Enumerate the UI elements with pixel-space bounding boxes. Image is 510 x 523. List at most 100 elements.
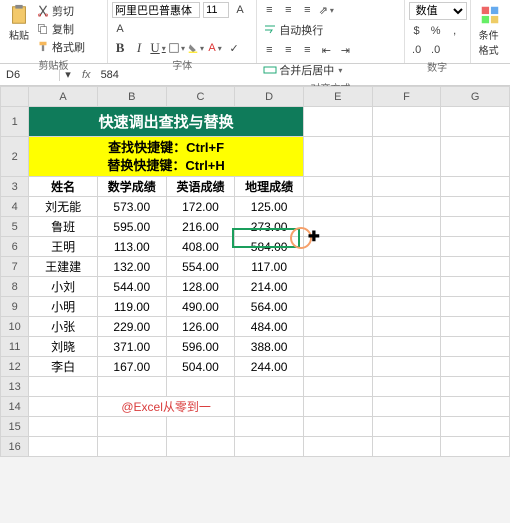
row-header-2[interactable]: 2 [1, 137, 29, 177]
data-cell[interactable]: 刘无能 [29, 197, 98, 217]
align-middle-icon[interactable]: ≡ [280, 2, 296, 18]
row-header-14[interactable]: 14 [1, 397, 29, 417]
conditional-format-button[interactable]: 条件格式 [475, 2, 506, 59]
data-cell[interactable]: 216.00 [166, 217, 235, 237]
decrease-font-icon[interactable]: A [112, 21, 128, 37]
data-cell[interactable]: 小张 [29, 317, 98, 337]
increase-font-icon[interactable]: A [232, 2, 248, 18]
header-cell[interactable]: 英语成绩 [166, 177, 235, 197]
row-header-3[interactable]: 3 [1, 177, 29, 197]
empty-cell[interactable] [97, 417, 166, 437]
row-header-9[interactable]: 9 [1, 297, 29, 317]
col-header-B[interactable]: B [97, 87, 166, 107]
data-cell[interactable]: 鲁班 [29, 217, 98, 237]
data-cell[interactable]: 564.00 [235, 297, 304, 317]
formula-input[interactable]: 584 [97, 69, 123, 81]
empty-cell[interactable] [303, 417, 372, 437]
col-header-C[interactable]: C [166, 87, 235, 107]
row-header-15[interactable]: 15 [1, 417, 29, 437]
data-cell[interactable]: 484.00 [235, 317, 304, 337]
row-header-12[interactable]: 12 [1, 357, 29, 377]
align-top-icon[interactable]: ≡ [261, 2, 277, 18]
data-cell[interactable]: 119.00 [97, 297, 166, 317]
data-cell[interactable]: 371.00 [97, 337, 166, 357]
data-cell[interactable]: 504.00 [166, 357, 235, 377]
data-cell[interactable]: 132.00 [97, 257, 166, 277]
data-cell[interactable]: 李白 [29, 357, 98, 377]
data-cell[interactable]: 388.00 [235, 337, 304, 357]
comma-icon[interactable]: , [447, 23, 463, 39]
data-cell[interactable]: 167.00 [97, 357, 166, 377]
data-cell[interactable]: 小明 [29, 297, 98, 317]
header-cell[interactable]: 地理成绩 [235, 177, 304, 197]
data-cell[interactable]: 554.00 [166, 257, 235, 277]
select-all[interactable] [1, 87, 29, 107]
font-color-button[interactable]: A [207, 40, 223, 56]
underline-button[interactable]: U [150, 40, 166, 56]
orientation-icon[interactable]: ⇗ [318, 2, 334, 18]
empty-cell[interactable] [166, 437, 235, 457]
border-button[interactable] [169, 40, 185, 56]
col-header-A[interactable]: A [29, 87, 98, 107]
fill-color-button[interactable] [188, 40, 204, 56]
align-bottom-icon[interactable]: ≡ [299, 2, 315, 18]
data-cell[interactable]: 490.00 [166, 297, 235, 317]
empty-cell[interactable] [29, 437, 98, 457]
align-right-icon[interactable]: ≡ [299, 42, 315, 58]
copy-button[interactable]: 复制 [34, 20, 87, 38]
empty-cell[interactable] [235, 437, 304, 457]
header-cell[interactable]: 数学成绩 [97, 177, 166, 197]
row-header-1[interactable]: 1 [1, 107, 29, 137]
watermark-cell[interactable]: @Excel从零到一 [97, 397, 234, 417]
row-header-4[interactable]: 4 [1, 197, 29, 217]
header-cell[interactable]: 姓名 [29, 177, 98, 197]
italic-button[interactable]: I [131, 40, 147, 56]
align-left-icon[interactable]: ≡ [261, 42, 277, 58]
spreadsheet-grid[interactable]: ABCDEFG1快速调出查找与替换2查找快捷键：Ctrl+F替换快捷键：Ctrl… [0, 86, 510, 457]
data-cell[interactable]: 王建建 [29, 257, 98, 277]
align-center-icon[interactable]: ≡ [280, 42, 296, 58]
data-cell[interactable]: 544.00 [97, 277, 166, 297]
merge-button[interactable]: 合并后居中 [261, 61, 344, 79]
name-box[interactable]: D6 [0, 69, 60, 81]
data-cell[interactable]: 595.00 [97, 217, 166, 237]
row-header-6[interactable]: 6 [1, 237, 29, 257]
indent-dec-icon[interactable]: ⇤ [318, 42, 334, 58]
data-cell[interactable]: 128.00 [166, 277, 235, 297]
fx-icon[interactable]: fx [76, 69, 97, 81]
empty-cell[interactable] [235, 417, 304, 437]
data-cell[interactable]: 273.00 [235, 217, 304, 237]
empty-cell[interactable] [303, 437, 372, 457]
empty-cell[interactable] [441, 437, 510, 457]
data-cell[interactable]: 172.00 [166, 197, 235, 217]
indent-inc-icon[interactable]: ⇥ [337, 42, 353, 58]
number-format-select[interactable]: 数值 [409, 2, 467, 20]
data-cell[interactable]: 126.00 [166, 317, 235, 337]
row-header-5[interactable]: 5 [1, 217, 29, 237]
empty-cell[interactable] [29, 417, 98, 437]
name-dropdown-icon[interactable]: ▾ [60, 67, 76, 83]
data-cell[interactable]: 584.00 [235, 237, 304, 257]
col-header-D[interactable]: D [235, 87, 304, 107]
dec-decimal-icon[interactable]: .0 [428, 42, 444, 58]
row-header-10[interactable]: 10 [1, 317, 29, 337]
data-cell[interactable]: 229.00 [97, 317, 166, 337]
col-header-G[interactable]: G [441, 87, 510, 107]
empty-cell[interactable] [372, 437, 441, 457]
data-cell[interactable]: 244.00 [235, 357, 304, 377]
col-header-F[interactable]: F [372, 87, 441, 107]
data-cell[interactable]: 113.00 [97, 237, 166, 257]
font-name-select[interactable] [112, 2, 200, 18]
font-size-select[interactable] [203, 2, 229, 18]
empty-cell[interactable] [97, 437, 166, 457]
data-cell[interactable]: 117.00 [235, 257, 304, 277]
row-header-7[interactable]: 7 [1, 257, 29, 277]
inc-decimal-icon[interactable]: .0 [409, 42, 425, 58]
empty-cell[interactable] [441, 417, 510, 437]
percent-icon[interactable]: % [428, 23, 444, 39]
bold-button[interactable]: B [112, 40, 128, 56]
format-painter-button[interactable]: 格式刷 [34, 38, 87, 56]
data-cell[interactable]: 125.00 [235, 197, 304, 217]
shortcuts-cell[interactable]: 查找快捷键：Ctrl+F替换快捷键：Ctrl+H [29, 137, 304, 177]
data-cell[interactable]: 王明 [29, 237, 98, 257]
